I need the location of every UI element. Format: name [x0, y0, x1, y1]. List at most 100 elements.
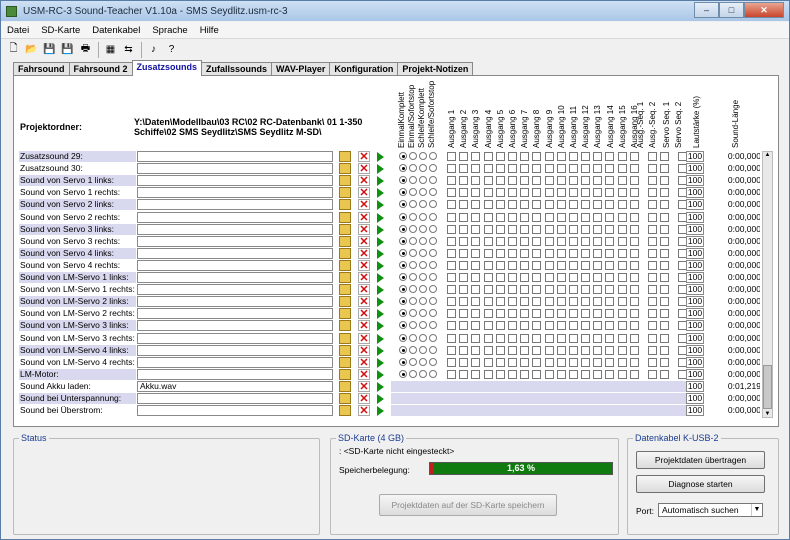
output-checkbox[interactable]: [471, 260, 481, 270]
output-checkbox[interactable]: [447, 297, 456, 307]
output-checkbox[interactable]: [605, 369, 615, 379]
output-checkbox[interactable]: [459, 321, 469, 331]
output-checkbox[interactable]: [447, 212, 456, 222]
output-checkbox[interactable]: [507, 188, 517, 198]
output-checkbox[interactable]: [520, 297, 530, 307]
play-mode-radio[interactable]: [399, 164, 407, 173]
output-checkbox[interactable]: [581, 321, 591, 331]
sound-file-input[interactable]: [137, 211, 333, 223]
open-folder-icon[interactable]: [339, 235, 351, 247]
seq-checkbox[interactable]: [660, 369, 670, 379]
output-checkbox[interactable]: [447, 152, 456, 161]
tab-fahrsound-2[interactable]: Fahrsound 2: [68, 62, 133, 76]
output-checkbox[interactable]: [581, 273, 591, 282]
output-checkbox[interactable]: [544, 188, 554, 198]
sound-file-input[interactable]: [137, 272, 333, 283]
sound-file-input[interactable]: [137, 175, 333, 187]
seq-checkbox[interactable]: [660, 212, 670, 222]
tab-zufallssounds[interactable]: Zufallssounds: [201, 62, 273, 76]
seq-checkbox[interactable]: [648, 176, 657, 186]
output-checkbox[interactable]: [507, 176, 517, 186]
output-checkbox[interactable]: [556, 188, 566, 198]
output-checkbox[interactable]: [568, 357, 578, 367]
delete-icon[interactable]: ✕: [358, 308, 370, 320]
play-icon[interactable]: [377, 164, 384, 175]
output-checkbox[interactable]: [495, 321, 505, 331]
output-checkbox[interactable]: [483, 357, 493, 367]
output-checkbox[interactable]: [520, 357, 530, 367]
output-checkbox[interactable]: [568, 345, 578, 355]
output-checkbox[interactable]: [617, 260, 627, 270]
seq-checkbox[interactable]: [660, 321, 670, 331]
sound-file-input[interactable]: [137, 284, 333, 296]
output-checkbox[interactable]: [544, 309, 554, 319]
play-mode-radio[interactable]: [409, 321, 417, 330]
seq-checkbox[interactable]: [660, 164, 670, 174]
menu-hilfe[interactable]: Hilfe: [194, 25, 225, 36]
seq-checkbox[interactable]: [660, 248, 670, 258]
output-checkbox[interactable]: [605, 212, 615, 222]
close-button[interactable]: ✕: [744, 2, 784, 18]
sound-file-input[interactable]: [137, 296, 333, 308]
open-folder-icon[interactable]: [339, 187, 351, 199]
output-checkbox[interactable]: [617, 285, 627, 295]
output-checkbox[interactable]: [532, 188, 542, 198]
open-folder-icon[interactable]: [339, 368, 351, 380]
output-checkbox[interactable]: [568, 260, 578, 270]
output-checkbox[interactable]: [593, 297, 603, 307]
output-checkbox[interactable]: [447, 176, 456, 186]
chevron-down-icon[interactable]: ▼: [751, 504, 762, 516]
open-folder-icon[interactable]: [339, 259, 351, 271]
play-icon[interactable]: [377, 260, 384, 271]
play-mode-radio[interactable]: [399, 248, 407, 257]
output-checkbox[interactable]: [605, 273, 615, 282]
output-checkbox[interactable]: [471, 164, 481, 174]
delete-icon[interactable]: ✕: [358, 393, 370, 405]
output-checkbox[interactable]: [459, 273, 469, 282]
play-mode-radio[interactable]: [399, 369, 407, 378]
new-file-icon[interactable]: 🗋: [5, 41, 22, 58]
maximize-button[interactable]: □: [719, 2, 744, 18]
open-folder-icon[interactable]: [339, 332, 351, 344]
output-checkbox[interactable]: [568, 369, 578, 379]
seq-checkbox[interactable]: [648, 164, 657, 174]
output-checkbox[interactable]: [495, 345, 505, 355]
volume-input[interactable]: 100: [686, 211, 704, 223]
output-checkbox[interactable]: [556, 224, 566, 234]
output-checkbox[interactable]: [581, 285, 591, 295]
output-checkbox[interactable]: [629, 236, 639, 246]
output-checkbox[interactable]: [593, 260, 603, 270]
play-mode-radio[interactable]: [409, 345, 417, 354]
sound-file-input[interactable]: [137, 356, 333, 368]
seq-checkbox[interactable]: [648, 200, 657, 210]
seq-checkbox[interactable]: [648, 285, 657, 295]
output-checkbox[interactable]: [581, 309, 591, 319]
output-checkbox[interactable]: [581, 152, 591, 161]
play-mode-radio[interactable]: [399, 357, 407, 366]
play-mode-radio[interactable]: [399, 200, 407, 209]
tab-fahrsound[interactable]: Fahrsound: [13, 62, 70, 76]
seq-checkbox[interactable]: [648, 333, 657, 343]
play-mode-radio[interactable]: [409, 236, 417, 245]
output-checkbox[interactable]: [532, 333, 542, 343]
seq-checkbox[interactable]: [660, 273, 670, 282]
open-folder-icon[interactable]: [339, 393, 351, 404]
seq-checkbox[interactable]: [660, 297, 670, 307]
volume-input[interactable]: 100: [686, 175, 704, 187]
output-checkbox[interactable]: [471, 273, 481, 282]
tab-zusatzsounds[interactable]: Zusatzsounds: [131, 60, 203, 76]
volume-input[interactable]: 100: [686, 259, 704, 271]
seq-checkbox[interactable]: [648, 357, 657, 367]
output-checkbox[interactable]: [593, 236, 603, 246]
output-checkbox[interactable]: [447, 164, 456, 174]
output-checkbox[interactable]: [581, 176, 591, 186]
output-checkbox[interactable]: [447, 273, 456, 282]
volume-input[interactable]: 100: [686, 199, 704, 211]
seq-checkbox[interactable]: [660, 260, 670, 270]
output-checkbox[interactable]: [556, 321, 566, 331]
volume-input[interactable]: 100: [686, 332, 704, 344]
seq-checkbox[interactable]: [648, 248, 657, 258]
output-checkbox[interactable]: [471, 309, 481, 319]
output-checkbox[interactable]: [520, 321, 530, 331]
output-checkbox[interactable]: [532, 212, 542, 222]
